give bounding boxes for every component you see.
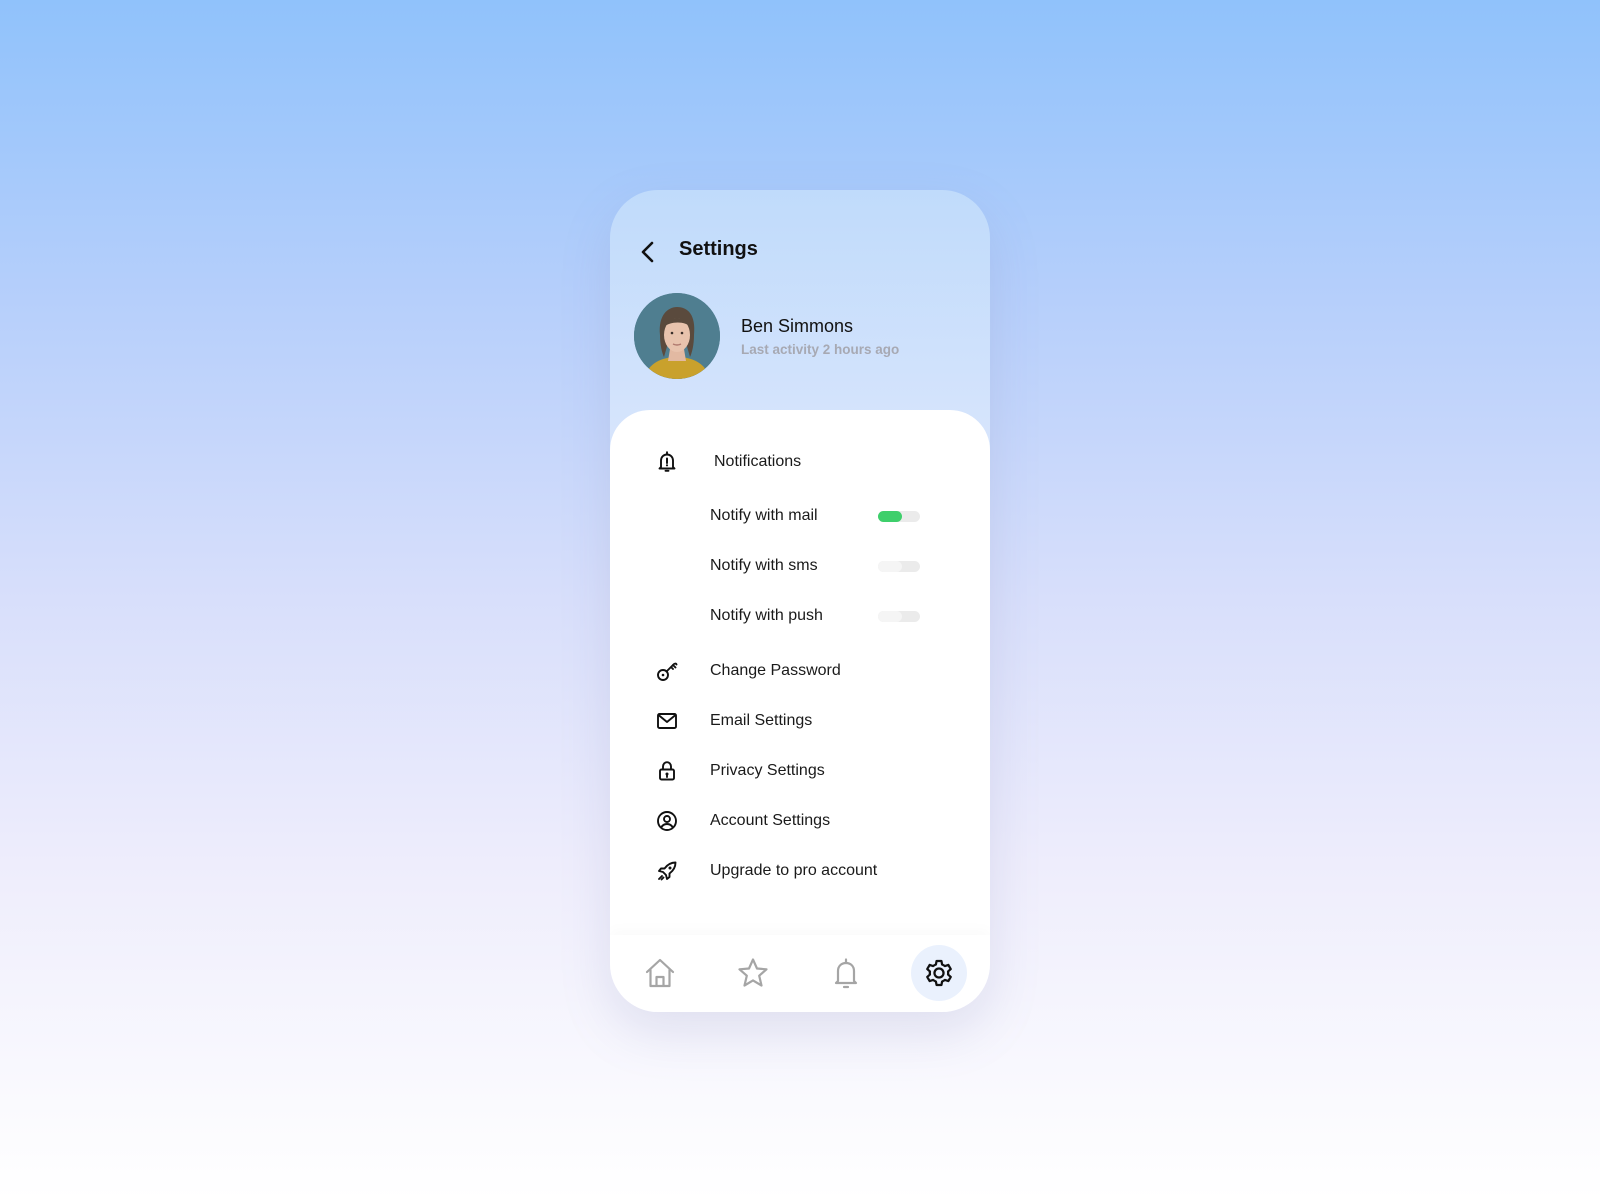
- toggle-knob: [878, 560, 902, 572]
- lock-icon: [654, 758, 680, 784]
- sms-toggle[interactable]: [878, 560, 920, 572]
- menu-item-label: Account Settings: [710, 812, 831, 829]
- menu-item-change-password[interactable]: Change Password: [610, 651, 990, 691]
- menu-item-label: Upgrade to pro account: [710, 862, 878, 879]
- bottom-navigation: [610, 935, 990, 1012]
- menu-item-label: Privacy Settings: [710, 762, 825, 779]
- nav-favorites[interactable]: [725, 945, 781, 1001]
- toggle-knob: [878, 610, 902, 622]
- mail-icon: [654, 708, 680, 734]
- home-icon: [645, 958, 675, 988]
- chevron-left-icon: [641, 241, 654, 263]
- menu-item-label: Change Password: [710, 662, 841, 679]
- settings-menu: Notifications Notify with mail Notify wi…: [610, 410, 990, 950]
- key-icon: [654, 658, 680, 684]
- star-icon: [738, 958, 768, 987]
- menu-item-privacy-settings[interactable]: Privacy Settings: [610, 751, 990, 791]
- bell-icon: [834, 958, 858, 989]
- settings-screen: Settings Ben Simmons Last activity 2 hou…: [610, 190, 990, 1012]
- nav-settings[interactable]: [911, 945, 967, 1001]
- user-name: Ben Simmons: [741, 316, 854, 336]
- menu-item-account-settings[interactable]: Account Settings: [610, 801, 990, 841]
- menu-item-upgrade-pro[interactable]: Upgrade to pro account: [610, 851, 990, 891]
- mail-toggle[interactable]: [878, 510, 920, 522]
- option-label: Notify with push: [710, 607, 823, 624]
- bell-alert-icon: [654, 449, 680, 475]
- back-button[interactable]: [636, 236, 660, 268]
- notify-option-sms: Notify with sms: [610, 546, 990, 586]
- gear-icon: [926, 959, 952, 987]
- option-label: Notify with sms: [710, 557, 818, 574]
- menu-item-notifications[interactable]: Notifications: [610, 442, 990, 482]
- push-toggle[interactable]: [878, 610, 920, 622]
- menu-item-label: Email Settings: [710, 712, 813, 729]
- user-photo: [634, 293, 720, 379]
- rocket-icon: [654, 858, 680, 884]
- user-circle-icon: [654, 808, 680, 834]
- page-title: Settings: [679, 238, 758, 260]
- last-activity: Last activity 2 hours ago: [741, 342, 900, 357]
- option-label: Notify with mail: [710, 507, 818, 524]
- avatar[interactable]: [634, 293, 720, 379]
- header: Settings Ben Simmons Last activity 2 hou…: [610, 190, 990, 410]
- toggle-knob: [878, 510, 902, 522]
- notify-option-push: Notify with push: [610, 596, 990, 636]
- menu-item-label: Notifications: [714, 453, 802, 470]
- nav-notifications[interactable]: [818, 945, 874, 1001]
- notify-option-mail: Notify with mail: [610, 496, 990, 536]
- nav-home[interactable]: [632, 945, 688, 1001]
- menu-item-email-settings[interactable]: Email Settings: [610, 701, 990, 741]
